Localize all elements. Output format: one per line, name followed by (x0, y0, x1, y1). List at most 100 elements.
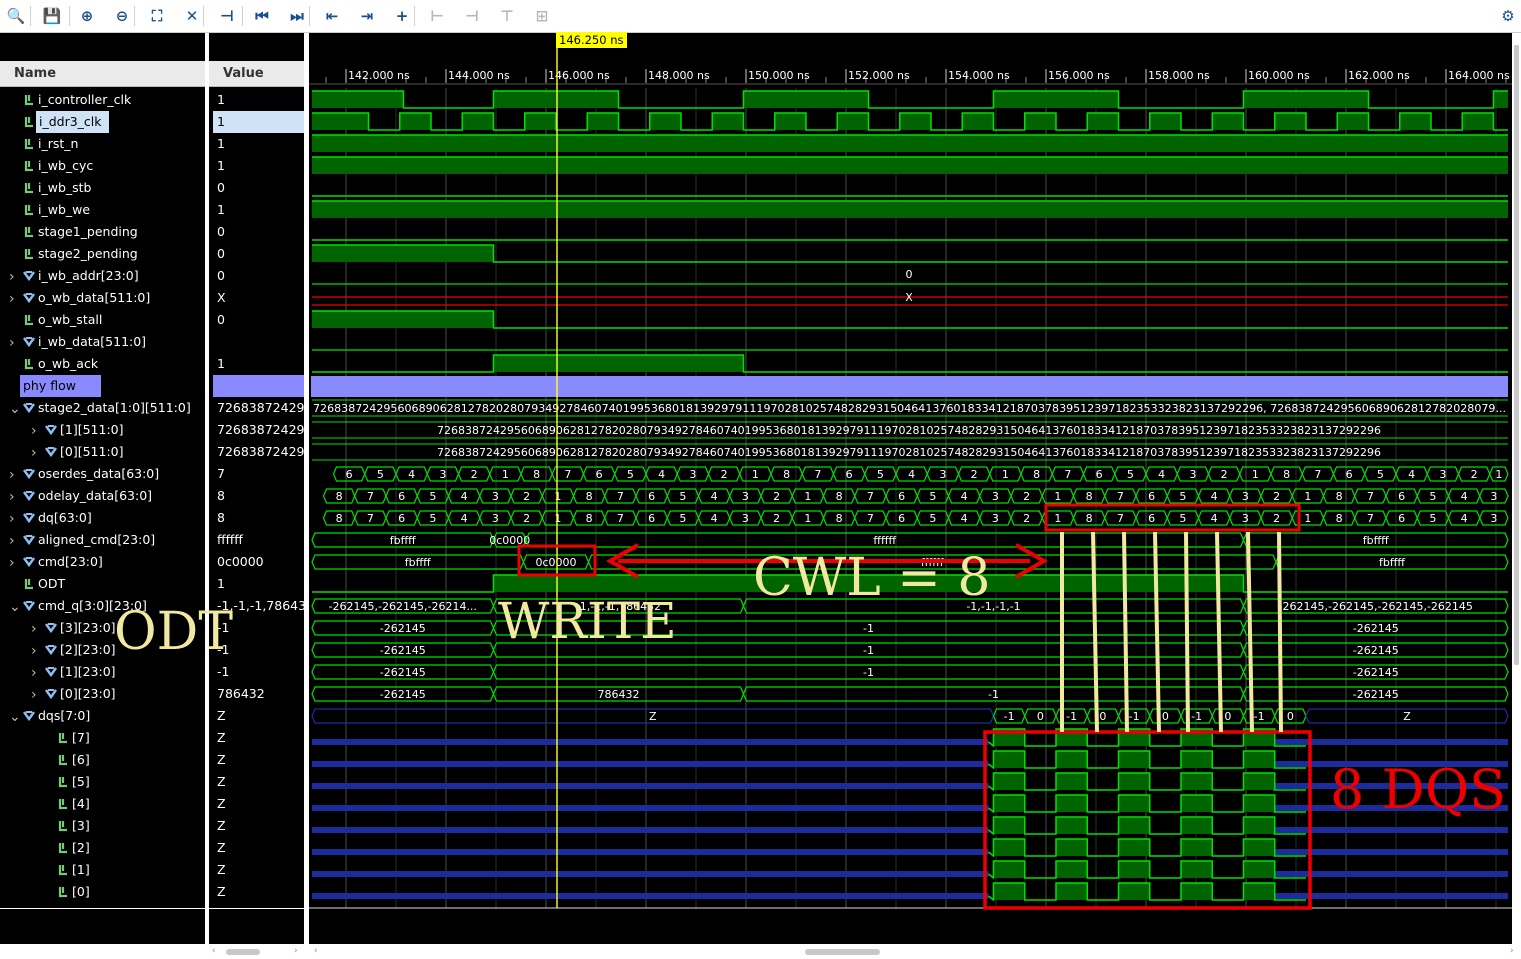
signal-name-row[interactable]: i_ddr3_clk (36, 111, 109, 133)
expand-down-icon[interactable]: ⌄ (9, 706, 21, 728)
signal-name-row[interactable]: [4] (72, 793, 90, 815)
signal-name-row[interactable]: i_wb_data[511:0] (38, 331, 146, 353)
wave-fill (774, 113, 806, 130)
bus-value-label: 5 (1429, 490, 1436, 503)
expand-right-icon[interactable]: › (31, 420, 37, 442)
expand-down-icon[interactable]: ⌄ (9, 596, 21, 618)
expand-right-icon[interactable]: › (31, 442, 37, 464)
signal-name-row[interactable]: o_wb_ack (38, 353, 98, 375)
signal-name-row[interactable]: i_wb_cyc (38, 155, 93, 177)
cursor-time-label[interactable]: 146.250 ns (556, 32, 627, 48)
expand-right-icon[interactable]: › (9, 266, 15, 288)
expand-right-icon[interactable]: › (31, 618, 37, 640)
expand-right-icon[interactable]: › (9, 486, 15, 508)
value-scrollbar-thumb[interactable] (226, 949, 260, 955)
go-to-start-button[interactable]: ⏮ (250, 4, 274, 28)
expand-right-icon[interactable]: › (9, 332, 15, 354)
settings-button[interactable]: ⚙ (1496, 4, 1520, 28)
signal-name-row[interactable]: [6] (72, 749, 90, 771)
signal-name-row[interactable]: cmd[23:0] (38, 551, 103, 573)
signal-value: Z (213, 705, 304, 727)
wave-fill (312, 91, 404, 108)
wave-scrollbar-thumb[interactable] (805, 949, 880, 955)
expand-right-icon[interactable]: › (9, 552, 15, 574)
signal-name-row[interactable]: [2][23:0] (60, 639, 116, 661)
name-column-header[interactable]: Name (0, 61, 205, 87)
bus-value-label: 5 (1179, 490, 1186, 503)
signal-value: 0 (213, 243, 304, 265)
expand-right-icon[interactable]: › (9, 508, 15, 530)
vertical-scrollbar-thumb[interactable] (1514, 45, 1519, 665)
signal-value: 1 (213, 89, 304, 111)
hi-z-band (312, 739, 989, 745)
scroll-left-icon[interactable]: ‹ (314, 946, 318, 956)
scroll-right-icon[interactable]: › (1510, 946, 1514, 956)
zoom-fit-button[interactable]: ⛶ (145, 4, 169, 28)
previous-marker-button[interactable]: ⊢ (425, 4, 449, 28)
signal-name-row[interactable]: i_rst_n (38, 133, 78, 155)
signal-name-row[interactable]: stage1_pending (38, 221, 138, 243)
search-button[interactable]: 🔍 (4, 4, 28, 28)
signal-value-text: 72683872429 (217, 422, 304, 437)
signal-name-row[interactable]: stage2_pending (38, 243, 138, 265)
signal-name-row[interactable]: o_wb_data[511:0] (38, 287, 150, 309)
signal-name-row[interactable]: [7] (72, 727, 90, 749)
signal-name-row[interactable]: odelay_data[63:0] (38, 485, 152, 507)
signal-name-row[interactable]: oserdes_data[63:0] (38, 463, 159, 485)
scroll-left-icon[interactable]: ‹ (212, 946, 216, 956)
add-marker-button[interactable]: + (390, 4, 414, 28)
wave-fill (587, 113, 619, 130)
signal-name-row[interactable]: i_wb_we (38, 199, 90, 221)
signal-name-row[interactable]: [0] (72, 881, 90, 903)
bus-value-label: 8 (1336, 490, 1343, 503)
vertical-scrollbar[interactable] (1512, 33, 1521, 944)
signal-name-row[interactable]: [1][511:0] (60, 419, 123, 441)
next-marker-button[interactable]: ⊣ (460, 4, 484, 28)
expand-down-icon[interactable]: ⌄ (9, 398, 21, 420)
zoom-cursor-button[interactable]: ✕ (180, 4, 204, 28)
time-tick-label: 142.000 ns (348, 69, 410, 82)
signal-name-row[interactable]: i_wb_stb (38, 177, 91, 199)
signal-name-row[interactable]: [1][23:0] (60, 661, 116, 683)
value-column-header[interactable]: Value (209, 61, 304, 87)
signal-name-row[interactable]: stage2_data[1:0][511:0] (38, 397, 191, 419)
expand-right-icon[interactable]: › (9, 288, 15, 310)
fix-cursor-button[interactable]: ⊞ (530, 4, 554, 28)
signal-name-row[interactable]: aligned_cmd[23:0] (38, 529, 155, 551)
signal-name-row[interactable]: i_wb_addr[23:0] (38, 265, 139, 287)
signal-name-row[interactable]: [0][23:0] (60, 683, 116, 705)
signal-name-row[interactable]: [1] (72, 859, 90, 881)
expand-right-icon[interactable]: › (9, 464, 15, 486)
previous-transition-button[interactable]: ⇤ (320, 4, 344, 28)
zoom-in-button[interactable]: ⊕ (75, 4, 99, 28)
scroll-right-icon[interactable]: › (294, 946, 298, 956)
signal-name: [0] (72, 884, 90, 899)
signal-name-row[interactable]: [3][23:0] (60, 617, 116, 639)
swap-cursors-button[interactable]: ⊤ (495, 4, 519, 28)
save-button[interactable]: 💾 (40, 4, 64, 28)
go-to-end-button[interactable]: ⏭ (285, 4, 309, 28)
signal-name-row[interactable]: o_wb_stall (38, 309, 102, 331)
signal-name-row[interactable]: phy flow (20, 375, 101, 397)
go-to-cursor-button[interactable]: ⊣ (215, 4, 239, 28)
bus-value-label: 6 (898, 512, 905, 525)
signal-name-row[interactable]: [2] (72, 837, 90, 859)
signal-value-text: 72683872429 (217, 400, 304, 415)
signal-name-row[interactable]: [3] (72, 815, 90, 837)
bus-value-label: 6 (1398, 512, 1405, 525)
expand-right-icon[interactable]: › (31, 662, 37, 684)
hi-z-band (312, 783, 989, 789)
expand-right-icon[interactable]: › (9, 530, 15, 552)
signal-name: aligned_cmd[23:0] (38, 532, 156, 547)
next-transition-button[interactable]: ⇥ (355, 4, 379, 28)
zoom-out-button[interactable]: ⊖ (110, 4, 134, 28)
expand-right-icon[interactable]: › (31, 640, 37, 662)
expand-right-icon[interactable]: › (31, 684, 37, 706)
signal-name-row[interactable]: i_controller_clk (38, 89, 131, 111)
signal-name-row[interactable]: dqs[7:0] (38, 705, 90, 727)
signal-name-row[interactable]: [0][511:0] (60, 441, 123, 463)
signal-name-row[interactable]: ODT (38, 573, 65, 595)
wave-fill (1243, 91, 1369, 108)
signal-name-row[interactable]: dq[63:0] (38, 507, 92, 529)
signal-name-row[interactable]: [5] (72, 771, 90, 793)
